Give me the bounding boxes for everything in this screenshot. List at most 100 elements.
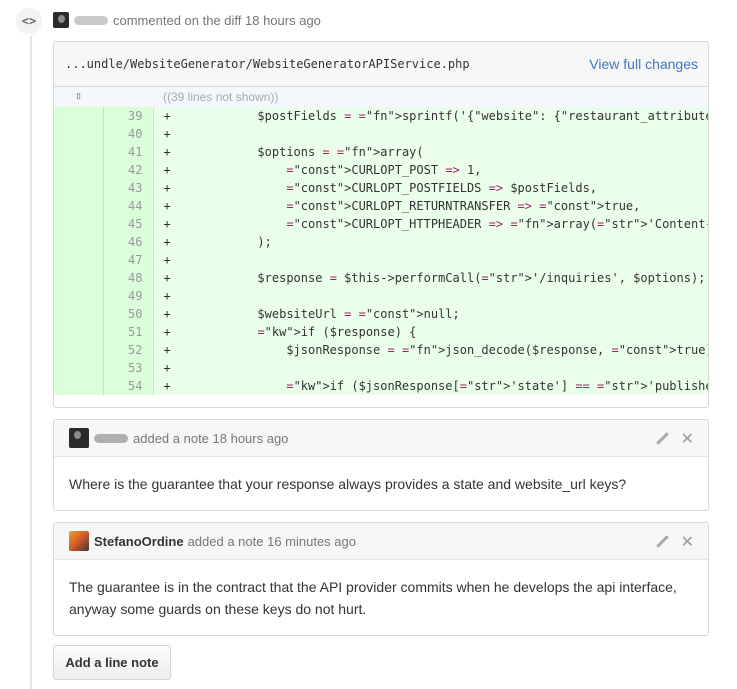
- diff-line-sign: +: [163, 235, 171, 249]
- note-body: Where is the guarantee that your respons…: [69, 476, 627, 492]
- diff-line-code: + ="kw">if ($response) {: [153, 323, 708, 341]
- diff-old-line-number: [54, 161, 104, 179]
- diff-line: 48 + $response = $this->performCall(="str…: [54, 269, 708, 287]
- diff-line: 41 + $options = ="fn">array(: [54, 143, 708, 161]
- view-full-changes-link[interactable]: View full changes: [589, 56, 698, 72]
- avatar[interactable]: [53, 12, 69, 28]
- author-name-redacted[interactable]: [94, 433, 128, 443]
- diff-line-code: + $postFields = ="fn">sprintf('{"website…: [153, 107, 708, 125]
- diff-line-sign: +: [163, 289, 171, 303]
- timeline-line: [30, 36, 32, 689]
- unfold-icon[interactable]: ⇳: [54, 87, 103, 107]
- diff-line: 45 + ="const">CURLOPT_HTTPHEADER => ="fn"…: [54, 215, 708, 233]
- pencil-icon[interactable]: [655, 535, 669, 549]
- diff-old-line-number: [54, 197, 104, 215]
- author-name-redacted[interactable]: [74, 15, 108, 25]
- diff-line-sign: +: [163, 325, 171, 339]
- diff-line-number[interactable]: 45: [103, 215, 154, 233]
- diff-line-number[interactable]: 40: [103, 125, 154, 143]
- avatar[interactable]: [69, 428, 89, 448]
- diff-line-content: );: [170, 235, 272, 249]
- note-header: added a note 18 hours ago ✕: [54, 420, 708, 457]
- note-header: StefanoOrdine added a note 16 minutes ag…: [54, 523, 708, 560]
- diff-old-line-number: [54, 359, 104, 377]
- diff-line-sign: +: [163, 361, 171, 375]
- diff-line-number[interactable]: 47: [103, 251, 154, 269]
- diff-line-number[interactable]: 53: [103, 359, 154, 377]
- diff-line-code: + $response = $this->performCall(="str">…: [153, 269, 708, 287]
- diff-line-code: + ="const">CURLOPT_RETURNTRANSFER => ="c…: [153, 197, 708, 215]
- diff-old-line-number: [54, 341, 104, 359]
- diff-line-sign: +: [163, 217, 171, 231]
- diff-old-line-number: [54, 215, 104, 233]
- note-1: added a note 18 hours ago ✕ Where is the…: [53, 419, 709, 511]
- diff-line: 43 + ="const">CURLOPT_POSTFIELDS => $post…: [54, 179, 708, 197]
- diff-line-number[interactable]: 49: [103, 287, 154, 305]
- diff-line-sign: +: [163, 199, 171, 213]
- diff-line-code: +: [153, 251, 708, 269]
- hunk-header-row: ⇳ ((39 lines not shown)): [54, 87, 708, 107]
- diff-line-sign: +: [163, 181, 171, 195]
- diff-line-number[interactable]: 51: [103, 323, 154, 341]
- diff-table: ⇳ ((39 lines not shown)) 39 + $postFields…: [54, 87, 708, 395]
- diff-line-content: [171, 361, 200, 375]
- avatar[interactable]: [69, 531, 89, 551]
- diff-line-number[interactable]: 54: [103, 377, 154, 395]
- diff-line-content: $postFields = ="fn">sprintf('{"website":…: [170, 109, 708, 123]
- diff-line-code: +: [153, 359, 708, 377]
- event-header: commented on the diff 18 hours ago: [53, 12, 321, 28]
- hunk-text: ((39 lines not shown)): [153, 87, 708, 107]
- diff-line-number[interactable]: 48: [103, 269, 154, 287]
- diff-line-number[interactable]: 50: [103, 305, 154, 323]
- diff-old-line-number: [54, 179, 104, 197]
- diff-line-number[interactable]: 39: [103, 107, 154, 125]
- diff-line: 47 +: [54, 251, 708, 269]
- code-icon: <>: [14, 6, 44, 36]
- diff-line-content: ="const">CURLOPT_POSTFIELDS => $postFiel…: [286, 181, 598, 195]
- diff-line-number[interactable]: 41: [103, 143, 154, 161]
- diff-line-sign: +: [163, 145, 171, 159]
- diff-old-line-number: [54, 143, 104, 161]
- diff-line-content: ="kw">if ($jsonResponse[="str">'state'] …: [286, 379, 708, 393]
- diff-line-sign: +: [163, 127, 171, 141]
- add-line-note-button[interactable]: Add a line note: [53, 645, 171, 680]
- pencil-icon[interactable]: [655, 432, 669, 446]
- diff-line-sign: +: [163, 271, 171, 285]
- diff-line-code: + $jsonResponse = ="fn">json_decode($res…: [153, 341, 708, 359]
- diff-line: 51 + ="kw">if ($response) {: [54, 323, 708, 341]
- diff-line: 40 +: [54, 125, 708, 143]
- diff-line-sign: +: [163, 343, 171, 357]
- diff-line-code: + ="kw">if ($jsonResponse[="str">'state'…: [153, 377, 708, 395]
- diff-line-content: $response = $this->performCall(="str">'/…: [170, 271, 706, 285]
- diff-line: 50 + $websiteUrl = ="const">null;: [54, 305, 708, 323]
- diff-line: 44 + ="const">CURLOPT_RETURNTRANSFER => =…: [54, 197, 708, 215]
- diff-line: 42 + ="const">CURLOPT_POST => 1,: [54, 161, 708, 179]
- diff-line-content: $options = ="fn">array(: [170, 145, 424, 159]
- diff-snippet: ...undle/WebsiteGenerator/WebsiteGenerat…: [53, 41, 709, 408]
- diff-old-line-number: [54, 251, 104, 269]
- diff-line-sign: +: [163, 379, 171, 393]
- diff-line-content: $jsonResponse = ="fn">json_decode($respo…: [170, 343, 708, 357]
- diff-line-content: [171, 289, 200, 303]
- diff-line-number[interactable]: 42: [103, 161, 154, 179]
- diff-line: 54 + ="kw">if ($jsonResponse[="str">'stat…: [54, 377, 708, 395]
- diff-line-code: + );: [153, 233, 708, 251]
- diff-line-number[interactable]: 44: [103, 197, 154, 215]
- diff-line-number[interactable]: 46: [103, 233, 154, 251]
- diff-line-number[interactable]: 52: [103, 341, 154, 359]
- note-meta: added a note 16 minutes ago: [187, 533, 356, 549]
- note-2: StefanoOrdine added a note 16 minutes ag…: [53, 522, 709, 636]
- diff-line-content: [171, 253, 200, 267]
- close-icon[interactable]: ✕: [681, 533, 694, 550]
- diff-line-code: + ="const">CURLOPT_POSTFIELDS => $postFi…: [153, 179, 708, 197]
- diff-line-content: ="const">CURLOPT_RETURNTRANSFER => ="con…: [286, 199, 641, 213]
- event-action-text: commented on the diff 18 hours ago: [113, 12, 321, 28]
- diff-line-code: + $websiteUrl = ="const">null;: [153, 305, 708, 323]
- diff-line-content: ="kw">if ($response) {: [257, 325, 417, 339]
- diff-line-sign: +: [163, 163, 171, 177]
- diff-line: 53 +: [54, 359, 708, 377]
- diff-line-number[interactable]: 43: [103, 179, 154, 197]
- note-author[interactable]: StefanoOrdine: [94, 534, 184, 549]
- diff-line-sign: +: [163, 253, 171, 267]
- close-icon[interactable]: ✕: [681, 430, 694, 447]
